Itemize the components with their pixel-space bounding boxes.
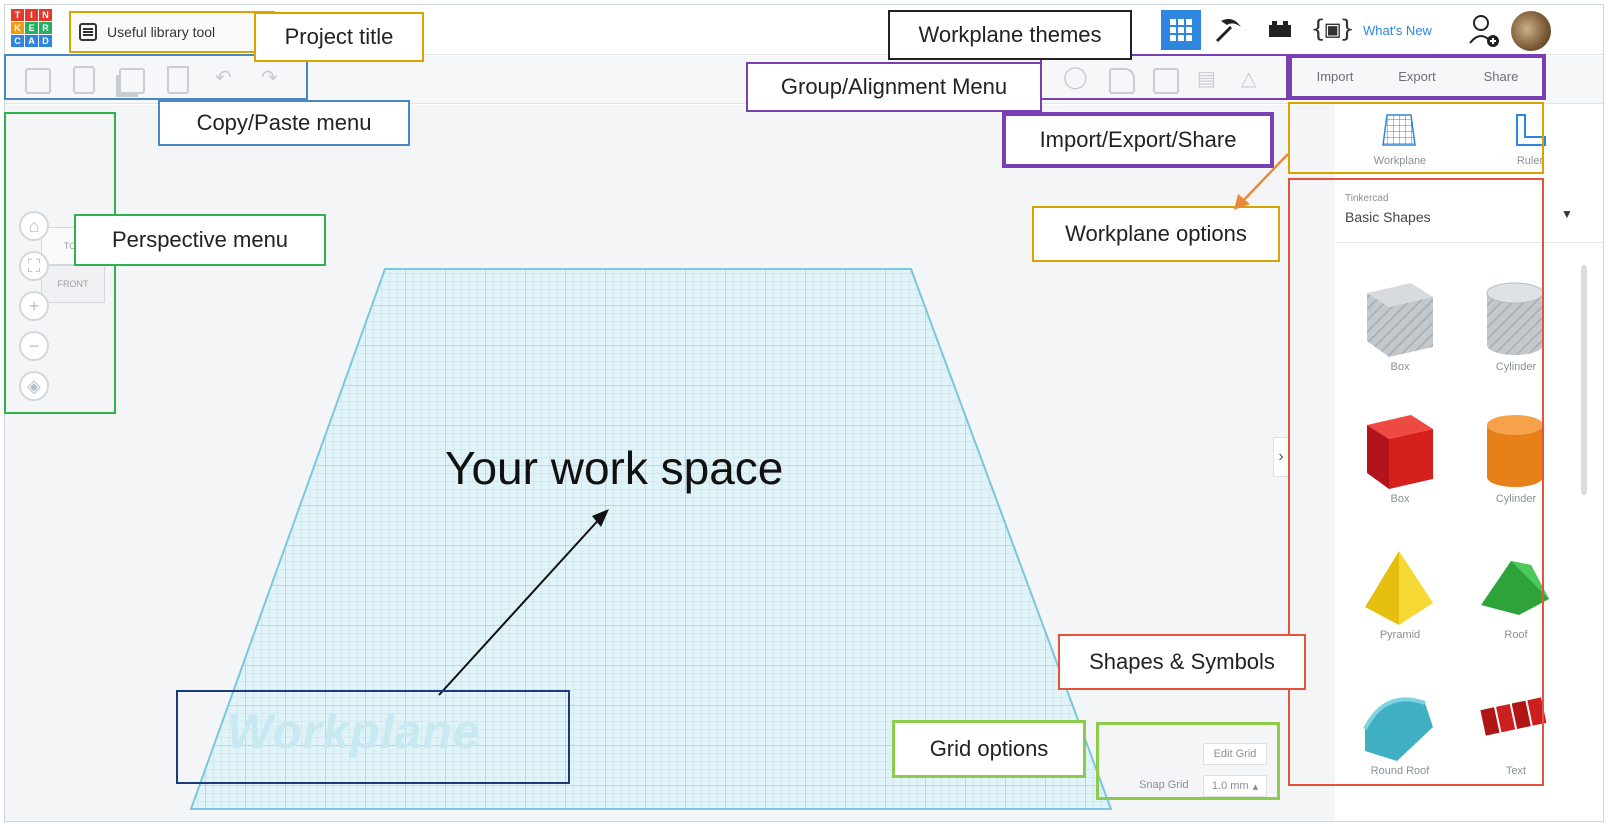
grid-view-button[interactable] xyxy=(1161,10,1201,50)
project-title[interactable]: Useful library tool xyxy=(69,11,275,53)
logo-letter: N xyxy=(39,9,52,21)
collapse-panel-button[interactable]: › xyxy=(1273,437,1289,477)
scrollbar[interactable] xyxy=(1581,265,1587,495)
workplane-options-arrow xyxy=(1234,153,1289,210)
grid-options-highlight xyxy=(1096,722,1280,800)
grid-options-callout: Grid options xyxy=(892,720,1086,778)
whats-new-link[interactable]: What's New xyxy=(1363,23,1432,38)
perspective-callout: Perspective menu xyxy=(74,214,326,266)
logo-letter: R xyxy=(39,22,52,34)
bricks-icon[interactable] xyxy=(1267,19,1297,43)
shapes-symbols-callout: Shapes & Symbols xyxy=(1058,634,1306,690)
grid-icon xyxy=(1170,19,1192,41)
logo-letter: D xyxy=(39,35,52,47)
project-title-callout: Project title xyxy=(254,12,424,62)
shapes-highlight xyxy=(1288,178,1544,786)
group-alignment-highlight xyxy=(1040,54,1288,100)
logo-letter: A xyxy=(25,35,38,47)
logo-letter: K xyxy=(11,22,24,34)
import-export-highlight xyxy=(1288,54,1546,100)
project-title-text: Useful library tool xyxy=(107,24,216,40)
dropdown-caret-icon: ▼ xyxy=(1561,207,1573,221)
workplane-options-highlight xyxy=(1288,102,1544,174)
list-icon xyxy=(79,23,97,41)
workplane-highlight xyxy=(176,690,570,784)
logo-letter: E xyxy=(25,22,38,34)
copy-paste-callout: Copy/Paste menu xyxy=(158,100,410,146)
work-space-label: Your work space xyxy=(445,442,784,494)
add-user-icon[interactable] xyxy=(1467,13,1501,49)
group-alignment-callout: Group/Alignment Menu xyxy=(746,62,1042,112)
code-blocks-icon[interactable]: {▣} xyxy=(1311,15,1354,45)
workplane-themes-callout: Workplane themes xyxy=(888,10,1132,60)
logo-letter: T xyxy=(11,9,24,21)
pickaxe-icon[interactable] xyxy=(1211,13,1251,49)
logo-letter: C xyxy=(11,35,24,47)
avatar[interactable] xyxy=(1511,11,1551,51)
workplane-options-callout: Workplane options xyxy=(1032,206,1280,262)
top-bar: T I N K E R C A D Useful library tool {▣… xyxy=(5,5,1603,55)
logo-letter: I xyxy=(25,9,38,21)
tinkercad-logo[interactable]: T I N K E R C A D xyxy=(11,9,53,49)
